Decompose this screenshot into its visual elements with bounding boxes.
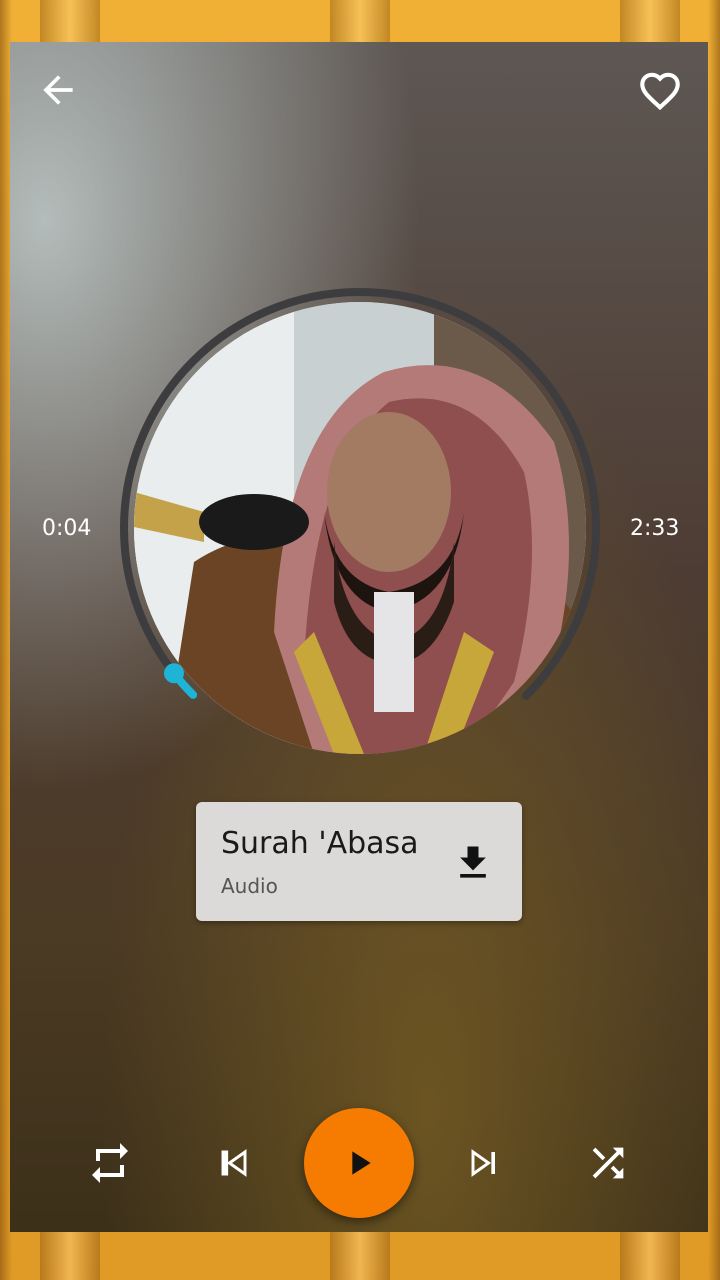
total-time: 2:33 — [630, 516, 680, 541]
skip-previous-icon — [221, 1149, 247, 1177]
play-button[interactable] — [304, 1108, 414, 1218]
frame-decoration — [620, 0, 680, 42]
album-art-seekbar[interactable] — [120, 288, 600, 768]
frame-decoration — [40, 0, 100, 42]
frame-decoration — [40, 1232, 100, 1280]
shuffle-icon — [592, 1147, 624, 1179]
play-icon — [352, 1151, 371, 1175]
track-info-card: Surah 'Abasa Audio — [196, 802, 522, 921]
back-button[interactable] — [32, 64, 84, 116]
album-art — [134, 302, 586, 754]
next-button[interactable] — [456, 1135, 512, 1191]
repeat-icon — [92, 1143, 128, 1183]
previous-button[interactable] — [206, 1135, 262, 1191]
download-icon — [460, 846, 486, 878]
track-title: Surah 'Abasa — [221, 826, 419, 861]
arrow-left-icon — [43, 75, 73, 105]
heart-outline-icon — [640, 72, 680, 111]
repeat-button[interactable] — [82, 1135, 138, 1191]
frame-decoration — [330, 0, 390, 42]
player-screen: 0:04 2:33 Surah 'Abasa Audio — [10, 42, 708, 1232]
skip-next-icon — [471, 1149, 495, 1177]
shuffle-button[interactable] — [580, 1135, 636, 1191]
frame-decoration — [620, 1232, 680, 1280]
download-button[interactable] — [448, 838, 498, 888]
track-subtitle: Audio — [221, 874, 278, 898]
favorite-button[interactable] — [634, 64, 686, 116]
frame-decoration — [330, 1232, 390, 1280]
elapsed-time: 0:04 — [42, 516, 92, 541]
